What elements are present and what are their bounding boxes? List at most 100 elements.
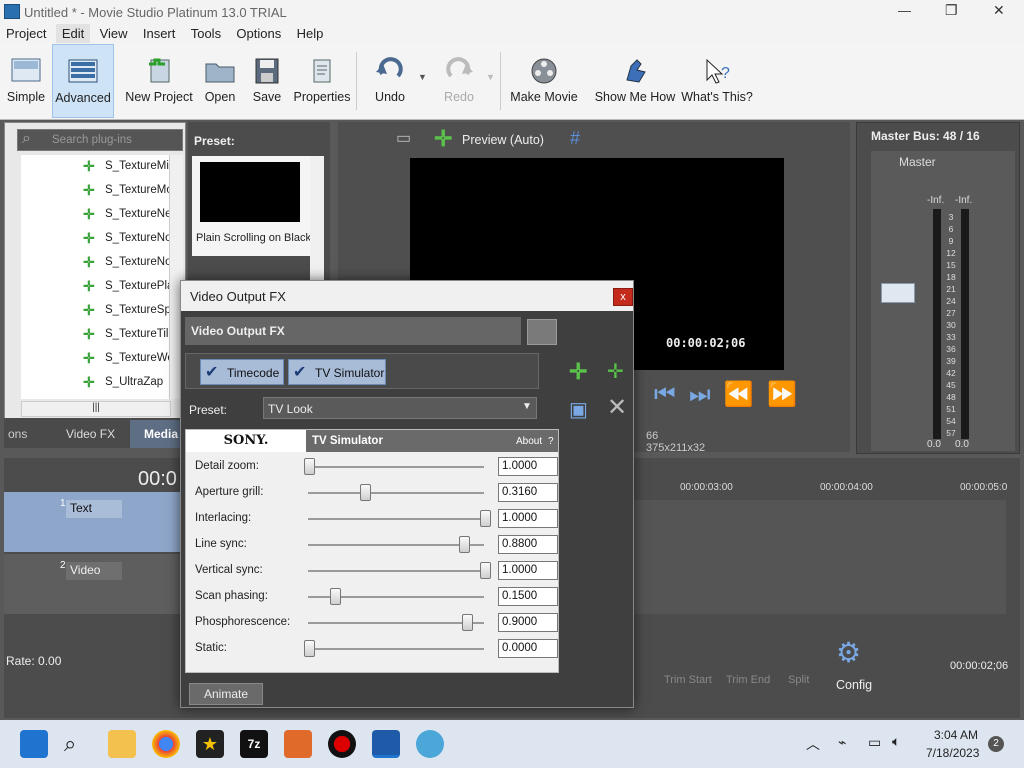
param-slider[interactable]	[308, 484, 484, 501]
menu-help[interactable]: Help	[291, 24, 330, 43]
slider-thumb[interactable]	[360, 484, 371, 501]
menu-project[interactable]: Project	[0, 24, 52, 43]
7zip-icon[interactable]: 7z	[240, 730, 268, 758]
about-link[interactable]: About	[516, 436, 542, 447]
param-slider[interactable]	[308, 510, 491, 527]
properties-button[interactable]: Properties	[292, 44, 352, 118]
file-explorer-icon[interactable]	[108, 730, 136, 758]
plugin-list-item[interactable]: ✛ S_TextureMi	[21, 155, 171, 179]
preview-plus-icon[interactable]: ✛	[434, 126, 452, 152]
next-frame-icon[interactable]: ⏩	[767, 381, 797, 408]
param-value-input[interactable]: 1.0000	[498, 561, 558, 580]
whats-this-button[interactable]: ? What's This?	[680, 44, 754, 118]
windows-start-icon[interactable]	[20, 730, 48, 758]
slider-thumb[interactable]	[480, 510, 491, 527]
trim-start-button[interactable]: Trim Start	[664, 674, 712, 686]
slider-thumb[interactable]	[330, 588, 341, 605]
checkmark-icon[interactable]: ✔	[205, 362, 218, 382]
chrome-icon[interactable]	[152, 730, 180, 758]
delete-preset-icon[interactable]: ✕	[607, 393, 627, 422]
go-to-end-icon[interactable]: ⏭	[689, 381, 711, 408]
plugin-list-item[interactable]: ✛ S_TextureTil	[21, 323, 171, 347]
menu-view[interactable]: View	[94, 24, 134, 43]
param-slider[interactable]	[308, 536, 484, 553]
split-button[interactable]: Split	[788, 674, 809, 686]
slider-thumb[interactable]	[480, 562, 491, 579]
param-slider[interactable]	[304, 640, 484, 657]
notification-badge[interactable]: 2	[988, 736, 1004, 752]
plugin-list-item[interactable]: ✛ S_TextureNe	[21, 203, 171, 227]
plugin-list-item[interactable]: ✛ S_TextureMo	[21, 179, 171, 203]
gear-icon[interactable]: ⚙	[836, 636, 861, 669]
checkmark-icon[interactable]: ✔	[293, 362, 306, 382]
param-value-input[interactable]: 1.0000	[498, 509, 558, 528]
animate-button[interactable]: Animate	[189, 683, 263, 705]
record-icon[interactable]	[328, 730, 356, 758]
movie-app-icon[interactable]: ★	[196, 730, 224, 758]
undo-dropdown-icon[interactable]: ▼	[418, 72, 427, 82]
slider-thumb[interactable]	[462, 614, 473, 631]
slider-thumb[interactable]	[304, 458, 315, 475]
param-value-input[interactable]: 0.1500	[498, 587, 558, 606]
show-me-how-button[interactable]: Show Me How	[592, 44, 678, 118]
maximize-button[interactable]: ❐	[945, 2, 958, 19]
save-button[interactable]: Save	[248, 44, 286, 118]
plugin-list-item[interactable]: ✛ S_TextureNo	[21, 251, 171, 275]
preset-thumb-container[interactable]: Plain Scrolling on Black	[192, 156, 311, 256]
tab-video-fx[interactable]: Video FX	[66, 427, 115, 441]
clock-time[interactable]: 3:04 AM	[934, 728, 978, 742]
redo-dropdown-icon[interactable]: ▼	[486, 72, 495, 82]
about-help-icon[interactable]: ?	[548, 436, 554, 447]
param-slider[interactable]	[304, 458, 484, 475]
chain-item-timecode[interactable]: ✔ Timecode	[200, 359, 284, 385]
palette-icon[interactable]	[416, 730, 444, 758]
volume-icon[interactable]: 🔈︎	[892, 733, 900, 750]
track-name[interactable]: Text	[66, 500, 122, 518]
preview-preview-mode[interactable]: Preview (Auto)	[462, 133, 544, 147]
chain-item-tv-simulator[interactable]: ✔ TV Simulator	[288, 359, 386, 385]
track-header-video[interactable]: 2 Video	[4, 554, 184, 614]
param-value-input[interactable]: 0.9000	[498, 613, 558, 632]
slider-thumb[interactable]	[459, 536, 470, 553]
track-header-text[interactable]: 1 Text	[4, 492, 184, 552]
plugin-list-item[interactable]: ✛ S_TexturePla	[21, 275, 171, 299]
param-value-input[interactable]: 1.0000	[498, 457, 558, 476]
trim-end-button[interactable]: Trim End	[726, 674, 770, 686]
close-button[interactable]: ✕	[993, 2, 1005, 19]
menu-insert[interactable]: Insert	[137, 24, 182, 43]
config-label[interactable]: Config	[836, 678, 872, 692]
advanced-button[interactable]: Advanced	[52, 44, 114, 118]
plugin-list-item[interactable]: ✛ S_TextureWe	[21, 347, 171, 371]
plugin-list-item[interactable]: ✛ S_TextureSp	[21, 299, 171, 323]
track-name[interactable]: Video	[66, 562, 122, 580]
menu-options[interactable]: Options	[230, 24, 287, 43]
param-value-input[interactable]: 0.3160	[498, 483, 558, 502]
network-icon[interactable]: ⌁	[838, 734, 846, 751]
movie-studio-icon[interactable]	[372, 730, 400, 758]
grid-icon[interactable]: #	[570, 128, 580, 149]
remove-fx-icon[interactable]: ✛	[607, 359, 624, 384]
preset-dropdown[interactable]: TV Look ▼	[263, 397, 537, 419]
tab-transitions[interactable]: ons	[8, 427, 27, 441]
save-preset-icon[interactable]: ▣	[569, 397, 588, 422]
param-slider[interactable]	[308, 588, 484, 605]
undo-button[interactable]: Undo	[366, 44, 414, 118]
simple-button[interactable]: Simple	[2, 44, 50, 118]
display-icon[interactable]: ▭	[868, 734, 881, 751]
param-value-input[interactable]: 0.8800	[498, 535, 558, 554]
plugin-list-item[interactable]: ✛ S_UltraZap	[21, 371, 171, 395]
search-box[interactable]: ⌕ Search plug-ins	[17, 129, 183, 151]
go-to-start-icon[interactable]: ⏮	[654, 381, 676, 408]
dialog-close-button[interactable]: x	[613, 288, 633, 306]
add-fx-icon[interactable]: ✛	[569, 359, 587, 385]
search-icon[interactable]: ⌕	[64, 730, 92, 758]
menu-edit[interactable]: Edit	[55, 24, 91, 43]
redo-button[interactable]: Redo	[436, 44, 482, 118]
open-button[interactable]: Open	[200, 44, 240, 118]
clock-date[interactable]: 7/18/2023	[926, 746, 979, 760]
chain-view-icon[interactable]	[527, 319, 557, 345]
monitor-icon[interactable]: ▭	[396, 128, 411, 148]
menu-tools[interactable]: Tools	[185, 24, 227, 43]
chevron-up-icon[interactable]: ︿	[806, 734, 820, 754]
paint-app-icon[interactable]	[284, 730, 312, 758]
